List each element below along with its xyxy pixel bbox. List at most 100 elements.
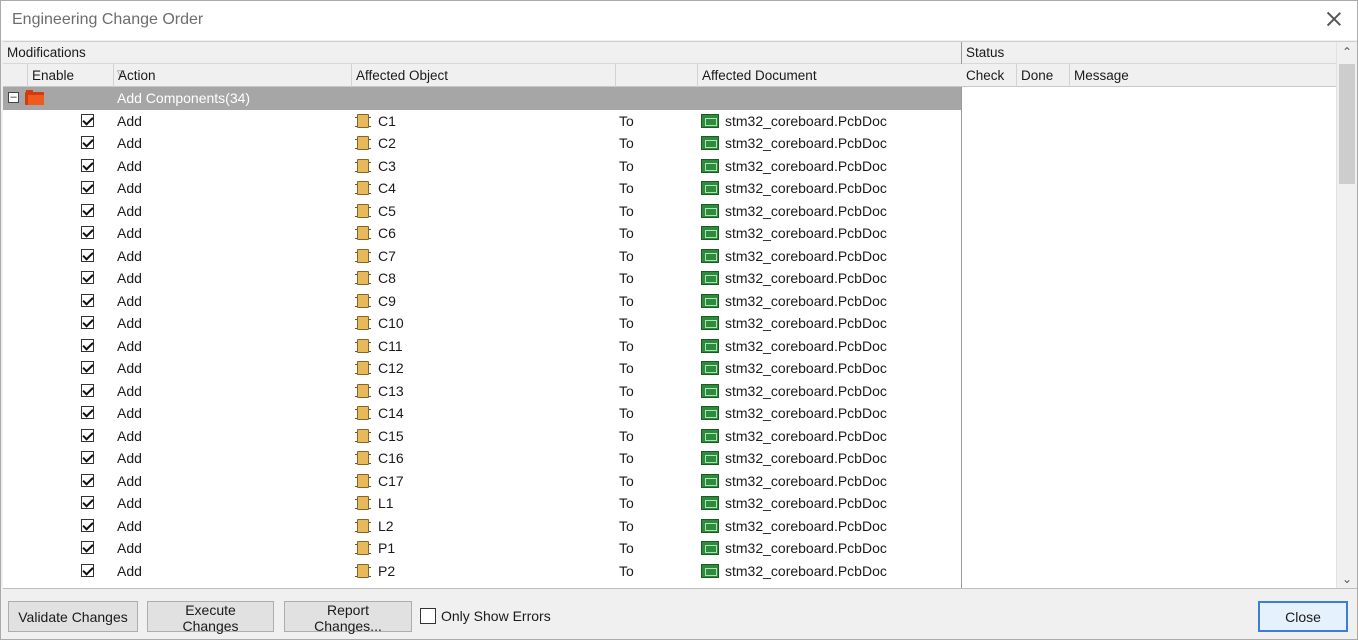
table-row[interactable]: Add L2 To stm32_coreboard.PcbDoc — [3, 515, 961, 538]
table-row[interactable]: Add C7 To stm32_coreboard.PcbDoc — [3, 245, 961, 268]
table-row[interactable]: Add C8 To stm32_coreboard.PcbDoc — [3, 267, 961, 290]
validate-changes-button[interactable]: Validate Changes — [8, 601, 138, 632]
enable-checkbox[interactable] — [81, 541, 94, 554]
enable-checkbox[interactable] — [81, 518, 94, 532]
component-icon — [355, 496, 371, 510]
enable-checkbox[interactable] — [81, 293, 94, 307]
enable-checkbox[interactable] — [81, 473, 94, 487]
to-column-header[interactable] — [615, 64, 697, 87]
table-row[interactable]: Add C11 To stm32_coreboard.PcbDoc — [3, 335, 961, 358]
action-cell: Add — [117, 382, 142, 399]
affected-object-cell: C16 — [378, 450, 404, 466]
enable-checkbox[interactable] — [81, 428, 94, 442]
to-cell: To — [619, 517, 634, 534]
to-cell: To — [619, 450, 634, 466]
action-cell: Add — [117, 517, 142, 534]
only-show-errors-checkbox[interactable] — [420, 608, 436, 624]
enable-checkbox[interactable] — [81, 271, 94, 284]
affected-object-cell: C9 — [378, 292, 396, 309]
pcb-document-icon — [701, 383, 719, 398]
pcb-document-icon — [701, 293, 719, 308]
affected-object-cell: C5 — [378, 202, 396, 219]
enable-checkbox[interactable] — [81, 451, 94, 464]
collapse-icon[interactable]: – — [8, 92, 19, 103]
table-row[interactable]: Add C13 To stm32_coreboard.PcbDoc — [3, 380, 961, 403]
table-row[interactable]: Add C9 To stm32_coreboard.PcbDoc — [3, 290, 961, 313]
enable-checkbox[interactable] — [81, 181, 94, 194]
enable-checkbox[interactable] — [81, 226, 94, 239]
scrollbar-thumb[interactable] — [1339, 64, 1355, 184]
pcb-document-icon — [701, 113, 719, 128]
scroll-up-icon[interactable]: ⌃ — [1341, 46, 1353, 58]
enable-checkbox[interactable] — [81, 203, 94, 217]
table-row[interactable]: Add C5 To stm32_coreboard.PcbDoc — [3, 200, 961, 223]
table-row[interactable]: Add L1 To stm32_coreboard.PcbDoc — [3, 492, 961, 515]
close-button[interactable]: Close — [1258, 601, 1348, 632]
component-icon — [355, 541, 371, 555]
enable-checkbox[interactable] — [81, 496, 94, 509]
table-row[interactable]: Add P2 To stm32_coreboard.PcbDoc — [3, 560, 961, 583]
scroll-down-icon[interactable]: ⌄ — [1341, 573, 1353, 585]
pcb-document-icon — [701, 428, 719, 443]
action-cell: Add — [117, 225, 142, 241]
to-cell: To — [619, 180, 634, 196]
enable-checkbox[interactable] — [81, 361, 94, 374]
affected-object-column-header[interactable]: Affected Object — [351, 64, 615, 87]
table-row[interactable]: Add C16 To stm32_coreboard.PcbDoc — [3, 447, 961, 470]
component-icon — [355, 181, 371, 195]
enable-checkbox[interactable] — [81, 136, 94, 149]
enable-checkbox[interactable] — [81, 316, 94, 329]
close-icon[interactable] — [1325, 10, 1343, 28]
enable-checkbox[interactable] — [81, 158, 94, 172]
table-row[interactable]: Add C1 To stm32_coreboard.PcbDoc — [3, 110, 961, 133]
enable-checkbox[interactable] — [81, 406, 94, 419]
action-column-header[interactable]: Action — [113, 64, 351, 87]
group-label: Add Components(34) — [117, 90, 251, 106]
check-column-header[interactable]: Check — [962, 64, 1016, 87]
component-icon — [355, 428, 371, 443]
table-row[interactable]: Add C10 To stm32_coreboard.PcbDoc — [3, 312, 961, 335]
to-cell: To — [619, 157, 634, 174]
report-changes-button[interactable]: Report Changes... — [284, 601, 412, 634]
to-cell: To — [619, 360, 634, 376]
affected-document-cell: stm32_coreboard.PcbDoc — [725, 225, 887, 241]
enable-checkbox[interactable] — [81, 563, 94, 577]
enable-checkbox[interactable] — [81, 338, 94, 352]
table-row[interactable]: Add C3 To stm32_coreboard.PcbDoc — [3, 155, 961, 178]
enable-column-header[interactable]: Enable ▽ — [27, 64, 125, 87]
affected-object-cell: C3 — [378, 157, 396, 174]
vertical-scrollbar[interactable]: ⌃ ⌄ — [1336, 42, 1357, 588]
table-row[interactable]: Add P1 To stm32_coreboard.PcbDoc — [3, 537, 961, 560]
done-column-header[interactable]: Done — [1016, 64, 1069, 87]
message-column-header[interactable]: Message — [1069, 64, 1336, 87]
execute-changes-button[interactable]: Execute Changes — [147, 601, 274, 634]
enable-checkbox[interactable] — [81, 113, 94, 127]
affected-object-cell: C2 — [378, 135, 396, 151]
affected-document-cell: stm32_coreboard.PcbDoc — [725, 495, 887, 511]
component-icon — [355, 383, 371, 398]
table-row[interactable]: Add C15 To stm32_coreboard.PcbDoc — [3, 425, 961, 448]
enable-checkbox[interactable] — [81, 248, 94, 262]
table-row[interactable]: Add C17 To stm32_coreboard.PcbDoc — [3, 470, 961, 493]
action-cell: Add — [117, 360, 142, 376]
affected-document-cell: stm32_coreboard.PcbDoc — [725, 427, 887, 444]
affected-document-cell: stm32_coreboard.PcbDoc — [725, 157, 887, 174]
affected-document-cell: stm32_coreboard.PcbDoc — [725, 292, 887, 309]
changes-grid: Modifications Status Enable ▽ Action Aff… — [3, 41, 1357, 589]
table-row[interactable]: Add C2 To stm32_coreboard.PcbDoc — [3, 132, 961, 155]
pcb-document-icon — [701, 316, 719, 330]
action-cell: Add — [117, 157, 142, 174]
action-cell: Add — [117, 202, 142, 219]
affected-document-column-header[interactable]: Affected Document — [697, 64, 961, 87]
table-row[interactable]: Add C12 To stm32_coreboard.PcbDoc — [3, 357, 961, 380]
table-row[interactable]: Add C14 To stm32_coreboard.PcbDoc — [3, 402, 961, 425]
to-cell: To — [619, 562, 634, 579]
component-icon — [355, 518, 371, 533]
table-row[interactable]: Add C4 To stm32_coreboard.PcbDoc — [3, 177, 961, 200]
enable-checkbox[interactable] — [81, 383, 94, 397]
pcb-document-icon — [701, 496, 719, 510]
to-cell: To — [619, 270, 634, 286]
status-group-header: Status — [962, 42, 1336, 64]
action-cell: Add — [117, 180, 142, 196]
table-row[interactable]: Add C6 To stm32_coreboard.PcbDoc — [3, 222, 961, 245]
